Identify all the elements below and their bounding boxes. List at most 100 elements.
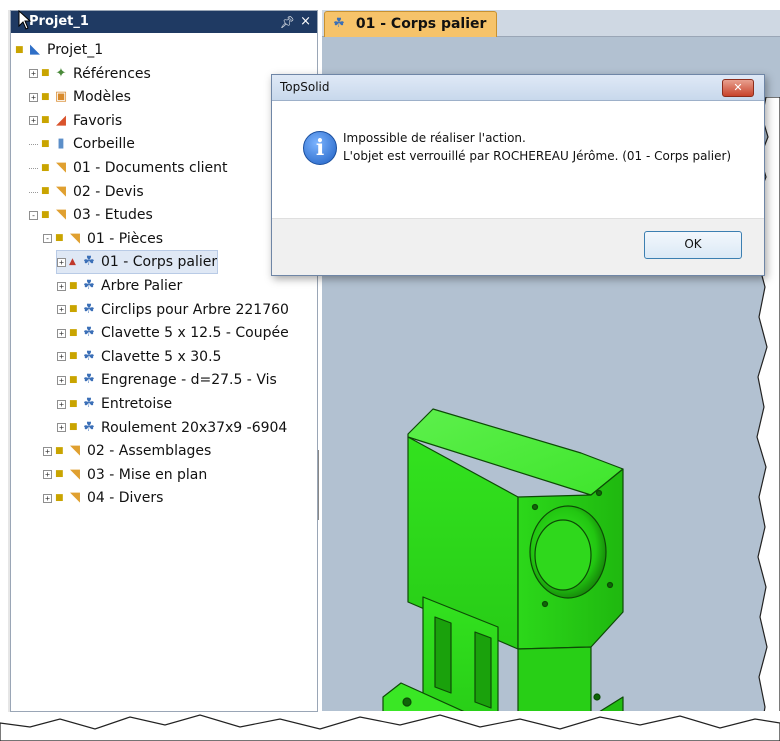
tree-item-label: Projet_1 — [47, 42, 104, 58]
document-tab-bar: ☘ 01 - Corps palier — [322, 10, 780, 37]
tree-item[interactable]: - ■ ◥ 03 - Etudes — [29, 204, 153, 226]
pin-icon[interactable]: 📌︎ — [280, 11, 295, 33]
lock-icon: ■ — [55, 469, 64, 480]
tree-item[interactable]: + ■ ▣ Modèles — [29, 86, 131, 108]
tree-item-label: Engrenage - d=27.5 - Vis — [101, 372, 277, 389]
folder-icon: ◥ — [56, 183, 66, 199]
part-icon: ☘ — [83, 254, 95, 270]
tree-item[interactable]: + ■ ◥ 02 - Assemblages — [43, 440, 211, 462]
tree-item[interactable]: + ■ ◥ 04 - Divers — [43, 487, 163, 509]
tab-label: 01 - Corps palier — [355, 16, 487, 32]
tree-item-label: 02 - Assemblages — [87, 443, 212, 460]
expand-icon[interactable]: + — [57, 399, 66, 409]
tree-item[interactable]: + ■ ☘ Entretoise — [57, 393, 172, 415]
tree-item-label: Références — [73, 65, 151, 82]
expand-icon[interactable]: + — [43, 470, 52, 480]
tree-item[interactable]: + ■ ☘ Arbre Palier — [57, 275, 182, 297]
references-icon: ✦ — [55, 65, 67, 81]
expand-icon[interactable]: + — [29, 69, 38, 79]
tree-item-label: Corbeille — [73, 136, 135, 153]
mouse-cursor — [18, 10, 32, 30]
dialog-message-line2: L'objet est verrouillé par ROCHEREAU Jér… — [343, 149, 732, 163]
lock-icon: ■ — [41, 68, 50, 79]
expand-icon[interactable]: + — [43, 493, 52, 503]
tree-item-label: Roulement 20x37x9 -6904 — [101, 419, 288, 436]
tree-item-label: 03 - Etudes — [73, 207, 153, 224]
expand-icon[interactable]: + — [57, 328, 66, 338]
expand-icon[interactable]: + — [29, 92, 38, 102]
tree-item[interactable]: + ■ ☘ Circlips pour Arbre 221760 — [57, 299, 289, 321]
project-tree-title: Projet_1 — [29, 14, 89, 29]
tree-item-label: 04 - Divers — [87, 490, 164, 507]
lock-icon: ■ — [41, 209, 50, 220]
tree-item-label: Favoris — [73, 112, 123, 129]
dialog-message-line1: Impossible de réaliser l'action. — [343, 131, 526, 145]
tree-item[interactable]: + ■ ☘ Engrenage - d=27.5 - Vis — [57, 369, 277, 391]
lock-icon: ■ — [69, 280, 78, 291]
lock-icon: ■ — [55, 233, 64, 244]
lock-icon: ■ — [69, 304, 78, 315]
tree-item[interactable]: + ■ ☘ Roulement 20x37x9 -6904 — [57, 417, 287, 439]
lock-icon: ■ — [69, 422, 78, 433]
expand-icon[interactable]: + — [57, 423, 66, 433]
tree-item-label: Entretoise — [101, 396, 173, 412]
tree-item-label: 01 - Documents client — [73, 160, 228, 176]
part-icon: ☘ — [83, 372, 95, 388]
tree-item[interactable]: ■ ◥ 02 - Devis — [29, 181, 144, 203]
dialog-title-bar[interactable]: TopSolid ✕ — [272, 75, 764, 101]
lock-icon: ■ — [55, 492, 64, 503]
tree-item-label: 03 - Mise en plan — [87, 466, 208, 483]
expand-icon[interactable]: + — [57, 281, 66, 291]
part-icon: ☘ — [83, 396, 95, 411]
folder-icon: ◥ — [70, 230, 80, 246]
lock-icon: ■ — [41, 91, 50, 102]
tab-corps-palier[interactable]: ☘ 01 - Corps palier — [324, 11, 498, 37]
collapse-icon[interactable]: - — [29, 210, 38, 220]
close-icon[interactable]: × — [300, 11, 311, 33]
expand-icon[interactable]: + — [57, 375, 66, 385]
tree-item[interactable]: ■ ◥ 01 - Documents client — [29, 157, 228, 179]
folder-icon: ◥ — [56, 207, 66, 223]
tree-item[interactable]: + ■ ☘ Clavette 5 x 30.5 — [57, 346, 221, 368]
tree-item[interactable]: ■ ◣ Projet_1 — [15, 39, 103, 61]
expand-icon[interactable]: + — [29, 116, 38, 126]
part-icon: ☘ — [83, 278, 95, 293]
tree-connector — [29, 143, 38, 146]
lock-icon: ■ — [69, 327, 78, 338]
part-icon: ☘ — [83, 348, 95, 364]
tree-item[interactable]: + ■ ✦ Références — [29, 63, 151, 85]
tree-item-label: 01 - Pièces — [87, 230, 164, 247]
tree-connector — [29, 167, 38, 169]
tree-item[interactable]: + ■ ◥ 03 - Mise en plan — [43, 464, 207, 486]
dialog-close-button[interactable]: ✕ — [722, 79, 754, 97]
lock-icon: ■ — [55, 445, 64, 456]
part-icon: ☘ — [333, 16, 345, 31]
dialog-body: i Impossible de réaliser l'action. L'obj… — [272, 101, 764, 219]
models-icon: ▣ — [54, 89, 68, 105]
tree-item[interactable]: + ■ ☘ Clavette 5 x 12.5 - Coupée — [57, 322, 289, 344]
dialog-message: Impossible de réaliser l'action. L'objet… — [343, 129, 743, 165]
tree-item[interactable]: + ■ ◢ Favoris — [29, 110, 122, 132]
dialog-footer: OK — [272, 218, 764, 275]
lock-icon: ■ — [69, 351, 78, 362]
torn-edge-bottom — [0, 714, 780, 741]
tree-item[interactable]: ■ ▮ Corbeille — [29, 133, 135, 155]
folder-icon: ◥ — [70, 443, 80, 459]
ok-button[interactable]: OK — [644, 231, 742, 259]
project-icon: ◣ — [30, 42, 40, 57]
tree-item[interactable]: - ■ ◥ 01 - Pièces — [43, 228, 163, 250]
expand-icon[interactable]: + — [57, 257, 66, 267]
info-icon: i — [303, 131, 337, 165]
expand-icon[interactable]: + — [57, 305, 66, 315]
tree-item-label: Modèles — [73, 89, 131, 106]
lock-icon: ■ — [41, 186, 50, 197]
tree-item-label: Clavette 5 x 30.5 — [101, 348, 222, 365]
tree-item-label: Arbre Palier — [101, 278, 183, 294]
folder-icon: ◥ — [70, 490, 80, 506]
folder-icon: ◥ — [70, 466, 80, 482]
tree-item[interactable]: + ▲ ☘ 01 - Corps palier — [55, 250, 219, 275]
expand-icon[interactable]: + — [57, 352, 66, 362]
expand-icon[interactable]: + — [43, 446, 52, 456]
collapse-icon[interactable]: - — [43, 234, 52, 244]
message-dialog: TopSolid ✕ i Impossible de réaliser l'ac… — [271, 74, 765, 276]
